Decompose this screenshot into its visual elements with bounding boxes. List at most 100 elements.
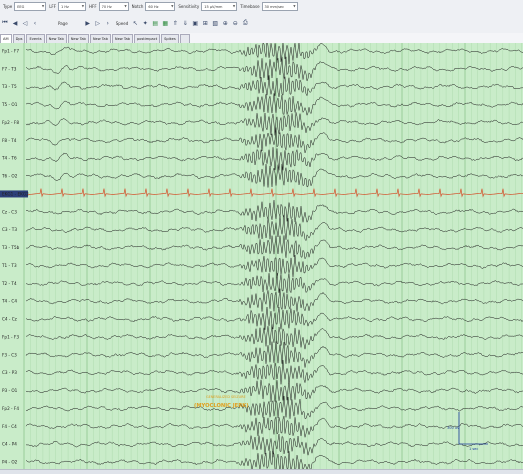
zoom-in-icon[interactable]: ⊕ [221,18,229,28]
channel-label[interactable]: C4 - P4 [2,442,17,447]
tab-am[interactable]: AM [0,33,12,43]
video-icon[interactable]: ▣ [191,18,199,28]
tab-new-4[interactable]: New Tab [111,33,133,43]
grid-icon[interactable]: ▧ [211,18,219,28]
chevron-down-icon: ▼ [293,4,296,8]
channel-waveform [25,254,523,279]
tab-new-3[interactable]: New Tab [89,33,111,43]
notch-label: Notch [131,4,144,9]
channel-label[interactable]: Fp2 - F8 [2,120,19,125]
rewind-icon[interactable]: ◀ [11,18,19,28]
channel-waveform [25,273,523,294]
step-back-icon[interactable]: ◁ [21,18,29,28]
channel-waveform [25,200,523,223]
type-label: Type [3,4,13,9]
step-back-small-icon[interactable]: ‹ [31,18,39,28]
amplitude-scale-label: 300 uV [447,426,460,430]
channel-label[interactable]: F3 - C3 [2,352,17,357]
channel-waveform [25,93,523,117]
timebase-label: Timebase [240,4,260,9]
eeg-trace-panel[interactable]: Fp1 - F7 F7 - T3 T3 - T5 T5 - O1 Fp2 - F8 F8 … [0,43,523,470]
marker-icon[interactable]: ✦ [141,18,149,28]
channel-label[interactable]: Fp2 - F4 [2,406,19,411]
seizure-annotation[interactable]: GENERALIZED SEIZURE (MYOCLONIC JERK) [194,395,249,409]
print-icon[interactable]: ⎙ [241,18,249,28]
channel-label[interactable]: T1 - T3 [1,263,17,268]
page-label: Page [58,20,68,26]
tab-new-1[interactable]: New Tab [45,33,67,43]
type-select-value: EEG [17,4,25,9]
chevron-down-icon: ▼ [124,4,127,8]
chevron-down-icon: ▼ [81,4,85,8]
channel-label[interactable]: T3 - T5b [1,245,20,250]
channel-label[interactable]: EKG1 - EKG2 [2,191,29,196]
lff-label: LFF [49,4,57,9]
hff-select[interactable]: 70 Hz ▼ [98,2,129,11]
channel-label[interactable]: Fp1 - F7 [2,49,19,54]
channel-label[interactable]: P4 - O2 [2,460,18,465]
sensitivity-label: Sensitivity [178,4,200,9]
annotation-line-1: GENERALIZED SEIZURE [206,395,246,399]
status-bar [0,469,523,474]
channel-label[interactable]: C3 - T3 [2,227,17,232]
channel-label[interactable]: T2 - T4 [1,281,17,286]
channel-label[interactable]: C3 - P3 [2,370,17,375]
channel-label[interactable]: Fp1 - F3 [2,334,19,339]
gain-up-icon[interactable]: ⇑ [171,18,179,28]
settings-toolbar: Type EEG ▼ LFF 1 Hz ▼ HFF 70 Hz ▼ Notch 60 … [0,0,523,14]
channel-waveform [25,235,523,260]
tab-spikes[interactable]: Spikes [161,33,179,43]
chevron-down-icon: ▼ [232,4,236,8]
speed-label: Speed [115,20,129,26]
type-select[interactable]: EEG ▼ [14,2,47,11]
first-page-icon[interactable]: ⏮ [1,18,9,28]
channel-waveform [25,163,523,188]
time-scale-label: 1 sec [469,447,478,451]
channel-label[interactable]: T3 - T5 [1,84,17,89]
channel-label[interactable]: T4 - T6 [1,156,17,161]
timebase-select[interactable]: 30 mm/sec ▼ [261,2,298,11]
channel-label[interactable]: F8 - T4 [2,138,17,143]
hff-select-value: 70 Hz [101,4,112,9]
channel-label[interactable]: T6 - O2 [1,174,18,179]
channel-waveform [25,379,523,403]
channel-waveform [25,433,523,458]
montage-grid-icon[interactable]: ▦ [161,18,169,28]
play-icon[interactable]: ▶ [84,18,92,28]
channel-waveform [25,147,523,171]
channel-waveform [25,112,523,136]
step-forward-icon[interactable]: ▷ [94,18,102,28]
channel-label[interactable]: T5 - O1 [1,102,18,107]
pointer-icon[interactable]: ↖ [131,18,139,28]
tab-postimpact[interactable]: postimpact [133,33,161,43]
channel-waveform [25,75,523,98]
channel-waveform [25,56,523,82]
channel-waveform [25,288,523,312]
eeg-waveforms[interactable]: Fp1 - F7 F7 - T3 T3 - T5 T5 - O1 Fp2 - F8 F8 … [0,43,523,470]
lff-select[interactable]: 1 Hz ▼ [58,2,87,11]
channel-label[interactable]: Cz - C3 [2,209,17,214]
tab-add[interactable] [179,33,190,43]
gain-down-icon[interactable]: ⇓ [181,18,189,28]
tab-events[interactable]: Events [26,33,45,43]
tab-dps[interactable]: Dps [12,33,26,43]
zoom-out-icon[interactable]: ⊖ [231,18,239,28]
sensitivity-select[interactable]: 15 µV/mm ▼ [201,2,238,11]
ruler-icon[interactable]: ⊞ [201,18,209,28]
channel-waveform [25,188,523,198]
channel-label[interactable]: C4 - Cz [2,317,18,322]
channel-label[interactable]: P3 - O1 [2,388,18,393]
lff-select-value: 1 Hz [61,4,69,9]
channel-waveform [25,360,523,385]
step-forward-small-icon[interactable]: › [104,18,112,28]
channel-label[interactable]: F7 - T3 [2,66,17,71]
hff-label: HFF [89,4,97,9]
chevron-down-icon: ▼ [171,4,174,8]
channel-label[interactable]: T4 - C4 [1,299,17,304]
sensitivity-select-value: 15 µV/mm [204,4,223,9]
notch-select-value: 60 Hz [148,4,159,9]
notch-select[interactable]: 60 Hz ▼ [145,2,176,11]
tab-new-2[interactable]: New Tab [67,33,89,43]
montage-icon[interactable]: ▤ [151,18,159,28]
channel-label[interactable]: F4 - C4 [2,424,17,429]
